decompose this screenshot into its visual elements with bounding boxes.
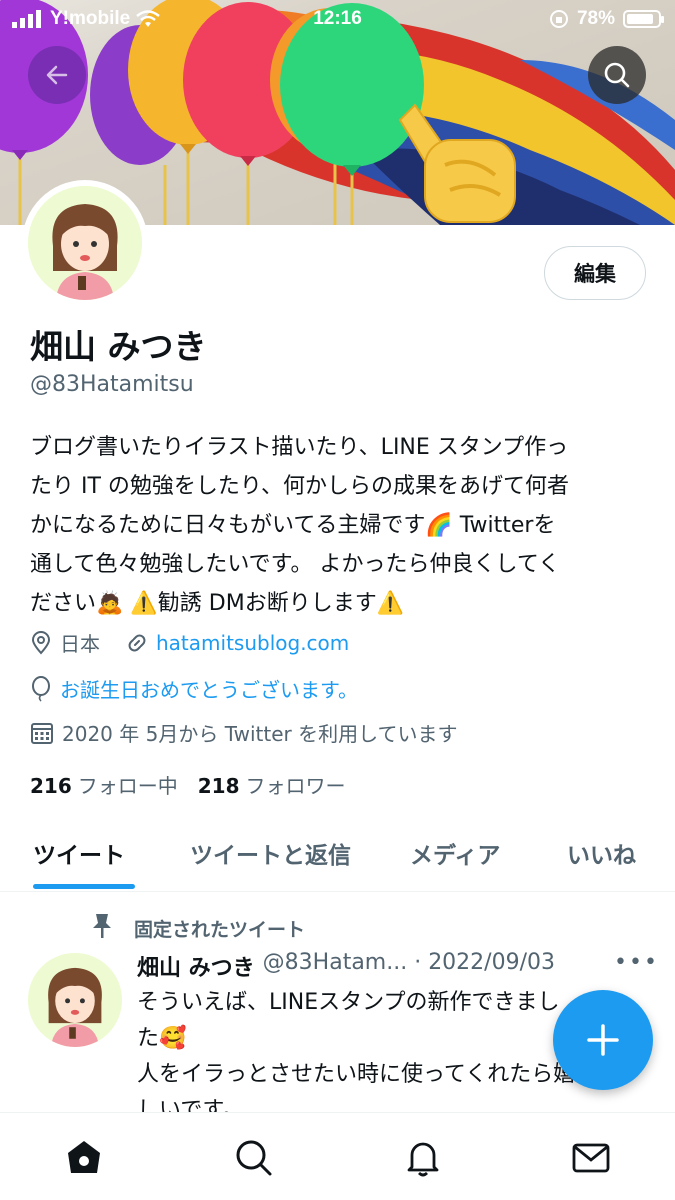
location-pin-icon [30, 630, 52, 655]
profile-name: 畑山 みつき [30, 327, 207, 366]
bottom-navigation [0, 1112, 675, 1200]
avatar-illustration [28, 953, 122, 1047]
back-arrow-icon [46, 65, 68, 85]
balloon-icon [30, 675, 52, 702]
profile-meta-joined: 2020 年 5月から Twitter を利用しています [30, 718, 457, 747]
profile-meta-birthday: お誕生日おめでとうございます。 [30, 674, 358, 703]
following-count: 216 [30, 774, 72, 798]
tweet-handle-date: @83Hatam... · 2022/09/03 [262, 950, 555, 975]
status-bar: Y!mobile 12:16 78% [0, 0, 675, 38]
search-icon [604, 62, 630, 88]
edit-profile-button[interactable]: 編集 [544, 246, 646, 300]
battery-percent: 78% [576, 8, 615, 29]
active-tab-indicator [33, 884, 135, 889]
search-button[interactable] [588, 46, 646, 104]
tab-media[interactable]: メディア [410, 836, 500, 870]
pinned-label-row: 固定されたツイート [90, 912, 305, 945]
nav-messages[interactable] [569, 1135, 613, 1179]
tweet-header: 畑山 みつき @83Hatam... · 2022/09/03 [137, 950, 555, 982]
pin-icon [90, 912, 114, 945]
calendar-icon [30, 721, 54, 745]
search-icon [236, 1140, 272, 1176]
bell-icon [407, 1142, 439, 1177]
joined-text: 2020 年 5月から Twitter を利用しています [62, 722, 458, 746]
tweet-avatar[interactable] [28, 953, 122, 1047]
nav-home[interactable] [62, 1135, 106, 1179]
bio-line: かになるために日々もがいてる主婦です🌈 Twitterを [30, 513, 556, 538]
profile-handle: @83Hatamitsu [30, 372, 194, 397]
tab-likes[interactable]: いいね [567, 836, 636, 870]
bio-line: 通して色々勉強したいです。 よかったら仲良くしてく [30, 552, 561, 577]
bio-line: たり IT の勉強をしたり、何かしらの成果をあげて何者 [30, 474, 570, 499]
website-link[interactable]: hatamitsublog.com [156, 631, 349, 655]
location-text: 日本 [60, 632, 100, 656]
follow-stats: 216 フォロー中 218 フォロワー [30, 770, 346, 799]
profile-bio: ブログ書いたりイラスト描いたり、LINE スタンプ作っ たり IT の勉強をした… [30, 428, 650, 623]
tweet-more-button[interactable]: ••• [614, 950, 659, 975]
nav-explore[interactable] [231, 1135, 275, 1179]
nav-notifications[interactable] [401, 1135, 445, 1179]
followers-link[interactable]: 218 フォロワー [198, 770, 346, 799]
following-label: フォロー中 [77, 774, 178, 798]
pinned-label: 固定されたツイート [134, 919, 306, 941]
tab-tweets-replies[interactable]: ツイートと返信 [190, 836, 351, 870]
bio-line: ださい🙇 ⚠️勧誘 DMお断りします⚠️ [30, 591, 405, 616]
orientation-lock-icon [549, 10, 568, 28]
home-icon [68, 1141, 100, 1173]
plus-icon [587, 1024, 619, 1056]
followers-count: 218 [197, 774, 240, 798]
compose-tweet-button[interactable] [553, 990, 653, 1090]
tab-tweets[interactable]: ツイート [33, 836, 125, 870]
profile-avatar[interactable] [22, 180, 148, 306]
profile-tabs: ツイート ツイートと返信 メディア いいね [0, 820, 675, 892]
avatar-illustration [28, 186, 142, 300]
back-button[interactable] [28, 46, 86, 104]
followers-label: フォロワー [245, 774, 346, 798]
mail-icon [572, 1143, 610, 1173]
tweet-author-name[interactable]: 畑山 みつき [137, 950, 255, 982]
link-icon [126, 632, 148, 654]
bio-line: ブログ書いたりイラスト描いたり、LINE スタンプ作っ [30, 435, 569, 460]
profile-meta-location: 日本 hatamitsublog.com [30, 628, 349, 657]
following-link[interactable]: 216 フォロー中 [30, 770, 178, 799]
birthday-text: お誕生日おめでとうございます。 [60, 678, 358, 702]
battery-icon [623, 10, 664, 28]
